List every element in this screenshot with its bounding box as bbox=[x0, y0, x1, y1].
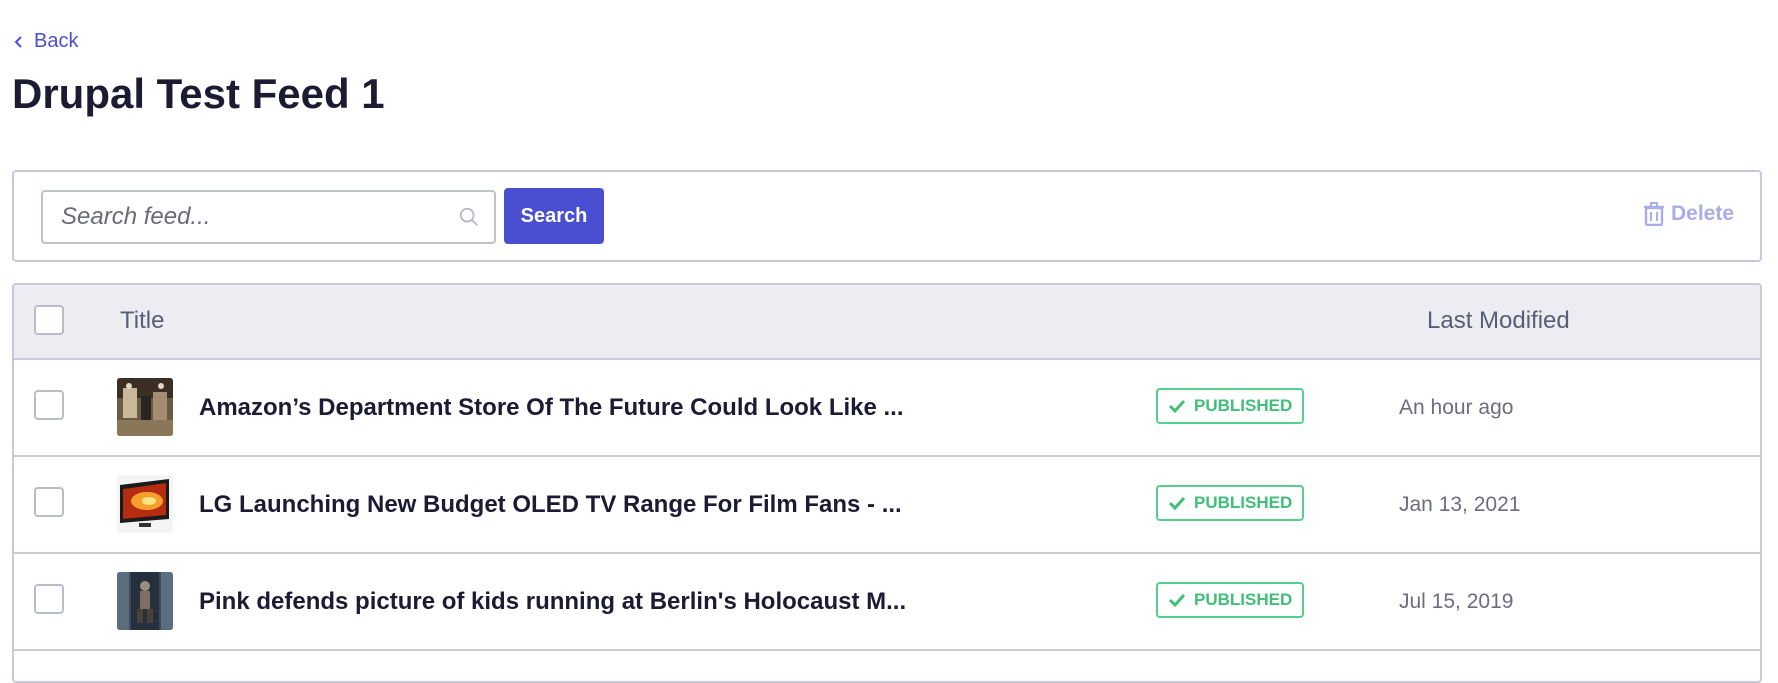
select-all-checkbox[interactable] bbox=[34, 305, 64, 335]
search-input[interactable] bbox=[43, 192, 456, 242]
column-header-last-modified[interactable]: Last Modified bbox=[1427, 307, 1570, 335]
feed-toolbar: Search Delete bbox=[12, 170, 1762, 262]
row-checkbox[interactable] bbox=[34, 390, 64, 420]
checkmark-icon bbox=[1168, 496, 1186, 511]
page-title: Drupal Test Feed 1 bbox=[12, 70, 385, 117]
delete-label: Delete bbox=[1670, 202, 1734, 225]
table-row[interactable]: Amazon’s Department Store Of The Future … bbox=[14, 360, 1760, 457]
table-row[interactable]: LG Launching New Budget OLED TV Range Fo… bbox=[14, 457, 1760, 554]
article-thumbnail bbox=[117, 378, 173, 436]
row-title[interactable]: LG Launching New Budget OLED TV Range Fo… bbox=[199, 491, 902, 519]
row-checkbox[interactable] bbox=[34, 487, 64, 517]
status-badge: PUBLISHED bbox=[1156, 388, 1305, 424]
back-label: Back bbox=[34, 30, 79, 52]
row-title[interactable]: Amazon’s Department Store Of The Future … bbox=[199, 394, 904, 422]
back-link[interactable]: Back bbox=[12, 30, 78, 53]
article-thumbnail bbox=[117, 475, 173, 533]
status-label: PUBLISHED bbox=[1194, 590, 1293, 609]
row-checkbox[interactable] bbox=[34, 584, 64, 614]
delete-button[interactable]: Delete bbox=[1643, 202, 1734, 226]
status-badge: PUBLISHED bbox=[1156, 582, 1305, 618]
article-thumbnail bbox=[117, 572, 173, 630]
chevron-left-icon bbox=[14, 35, 22, 48]
row-title[interactable]: Pink defends picture of kids running at … bbox=[199, 588, 906, 616]
table-row[interactable]: Pink defends picture of kids running at … bbox=[14, 554, 1760, 651]
table-header: Title Last Modified bbox=[14, 285, 1760, 360]
column-header-title[interactable]: Title bbox=[120, 307, 164, 335]
search-button[interactable]: Search bbox=[504, 188, 604, 244]
search-icon bbox=[456, 204, 482, 230]
trash-icon bbox=[1643, 202, 1664, 226]
checkmark-icon bbox=[1168, 399, 1186, 414]
status-label: PUBLISHED bbox=[1194, 493, 1293, 512]
status-label: PUBLISHED bbox=[1194, 396, 1293, 415]
last-modified-date: Jul 15, 2019 bbox=[1399, 590, 1514, 613]
last-modified-date: An hour ago bbox=[1399, 396, 1514, 419]
last-modified-date: Jan 13, 2021 bbox=[1399, 493, 1521, 516]
checkmark-icon bbox=[1168, 593, 1186, 608]
search-box bbox=[41, 190, 496, 244]
feed-table: Title Last Modified Amazon’s Department … bbox=[12, 283, 1762, 683]
status-badge: PUBLISHED bbox=[1156, 485, 1305, 521]
